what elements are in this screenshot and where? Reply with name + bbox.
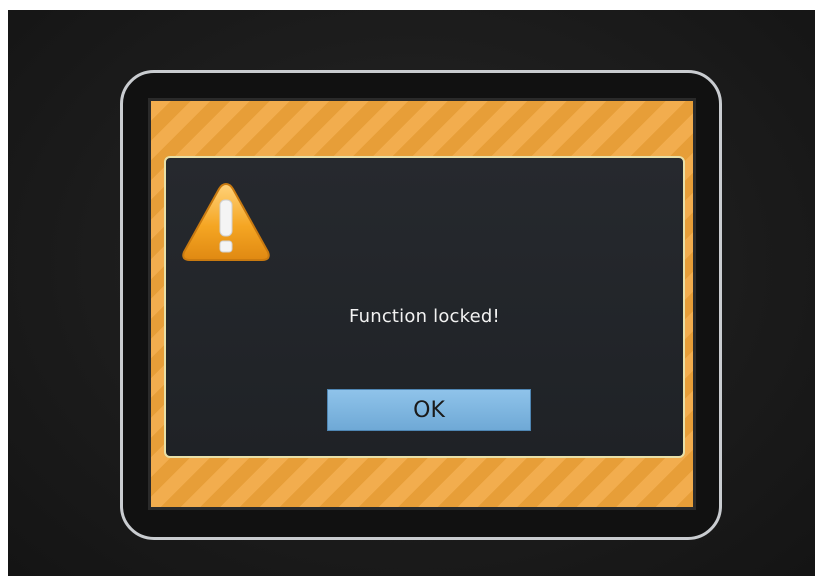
device-photo: Function locked! OK [8,10,815,576]
dialog-message: Function locked! [349,306,500,327]
ok-button[interactable]: OK [327,389,531,431]
warning-icon [182,182,270,261]
alert-dialog: Function locked! OK [164,156,685,458]
device-screen: Function locked! OK [148,98,696,510]
